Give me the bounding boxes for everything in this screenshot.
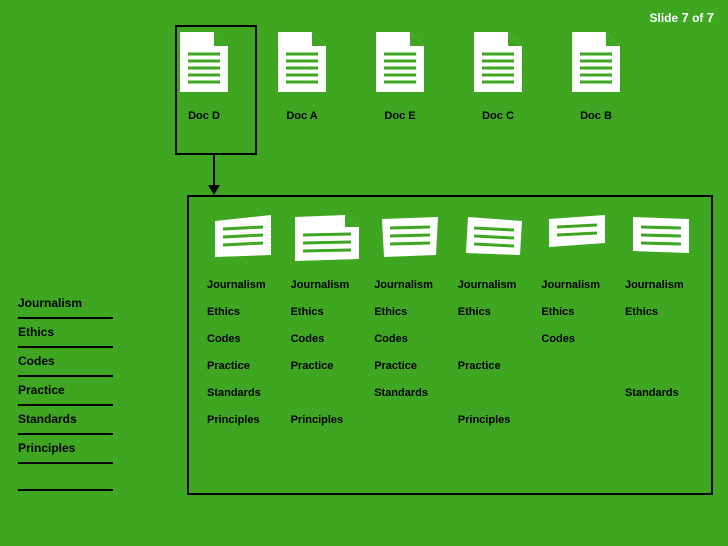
- sidebar-terms-list: JournalismEthicsCodesPracticeStandardsPr…: [18, 290, 113, 491]
- fragment-term: Standards: [207, 387, 279, 400]
- slide-of: of: [692, 11, 703, 25]
- doc-item-2: Doc E: [371, 32, 429, 122]
- fragment-icon: [291, 215, 363, 261]
- slide-counter: Slide 7 of 7: [649, 10, 714, 25]
- fragment-icon: [625, 215, 697, 261]
- document-icon: [278, 32, 326, 92]
- fragment-term: Standards: [625, 387, 697, 400]
- document-icon: [376, 32, 424, 92]
- fragment-term: Practice: [207, 360, 279, 373]
- fragments-terms-grid: Journalism Ethics Codes Practice Standards Pr…: [207, 279, 697, 427]
- doc-item-4: Doc B: [567, 32, 625, 122]
- document-icon: [572, 32, 620, 92]
- fragment-term: Codes: [291, 333, 363, 346]
- fragment-term: Codes: [374, 333, 446, 346]
- fragment-column: Journalism Ethics Codes Practice Standards Pr…: [207, 279, 279, 427]
- fragment-term: Journalism: [541, 279, 613, 292]
- fragment-term: Ethics: [207, 306, 279, 319]
- fragment-term: Practice: [458, 360, 530, 373]
- sidebar-term: Principles: [18, 435, 113, 464]
- fragment-icon: [541, 215, 613, 261]
- fragment-term: Journalism: [458, 279, 530, 292]
- doc-label: Doc B: [580, 110, 612, 122]
- fragment-term: Ethics: [458, 306, 530, 319]
- fragment-icon-row: [207, 215, 697, 261]
- slide-total: 7: [707, 10, 714, 25]
- fragment-term: Practice: [291, 360, 363, 373]
- sidebar-term: Ethics: [18, 319, 113, 348]
- doc-label: Doc C: [482, 110, 514, 122]
- fragment-term: Principles: [291, 414, 363, 427]
- document-icon: [474, 32, 522, 92]
- doc-item-1: Doc A: [273, 32, 331, 122]
- arrow-down-icon: [213, 155, 215, 193]
- sidebar-term: Practice: [18, 377, 113, 406]
- fragment-term: Ethics: [291, 306, 363, 319]
- fragment-term: Practice: [374, 360, 446, 373]
- fragment-term: Journalism: [625, 279, 697, 292]
- sidebar-term: Codes: [18, 348, 113, 377]
- doc-label: Doc A: [286, 110, 317, 122]
- fragment-column: JournalismEthics..Standards.: [625, 279, 697, 427]
- sidebar-term: Standards: [18, 406, 113, 435]
- fragments-container: Journalism Ethics Codes Practice Standards Pr…: [187, 195, 713, 495]
- fragment-term: Journalism: [374, 279, 446, 292]
- fragment-term: Principles: [207, 414, 279, 427]
- slide-prefix: Slide: [649, 11, 678, 25]
- slide-current: 7: [682, 10, 689, 25]
- sidebar-term: Journalism: [18, 290, 113, 319]
- fragment-icon: [374, 215, 446, 261]
- fragment-column: JournalismEthicsCodesPractice.Principles: [291, 279, 363, 427]
- doc-label: Doc E: [384, 110, 415, 122]
- fragment-column: JournalismEthicsCodesPracticeStandards.: [374, 279, 446, 427]
- fragment-term: Journalism: [207, 279, 279, 292]
- fragment-icon: [207, 215, 279, 261]
- fragment-term: Codes: [541, 333, 613, 346]
- fragment-term: Ethics: [541, 306, 613, 319]
- fragment-column: JournalismEthicsCodes...: [541, 279, 613, 427]
- fragment-term: Codes: [207, 333, 279, 346]
- selected-doc-outline: [175, 25, 257, 155]
- fragment-term: Standards: [374, 387, 446, 400]
- sidebar-blank-row: [18, 464, 113, 491]
- fragment-icon: [458, 215, 530, 261]
- doc-item-3: Doc C: [469, 32, 527, 122]
- fragment-term: Ethics: [625, 306, 697, 319]
- fragment-term: Ethics: [374, 306, 446, 319]
- fragment-term: Principles: [458, 414, 530, 427]
- fragment-column: JournalismEthics.Practice.Principles: [458, 279, 530, 427]
- fragment-term: Journalism: [291, 279, 363, 292]
